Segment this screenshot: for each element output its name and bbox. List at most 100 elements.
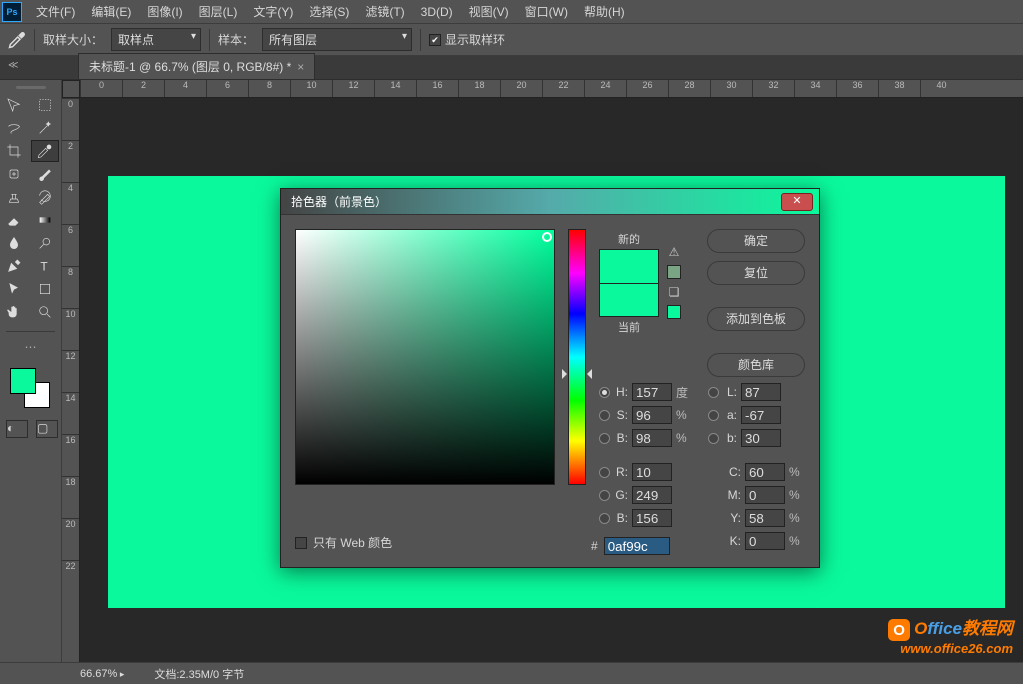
hue-pointer-icon — [587, 369, 592, 379]
hue-slider[interactable] — [565, 229, 589, 550]
menu-bar: Ps 文件(F) 编辑(E) 图像(I) 图层(L) 文字(Y) 选择(S) 滤… — [0, 0, 1023, 24]
eyedropper-icon — [8, 31, 26, 49]
sample-label: 样本： — [218, 31, 254, 48]
checkbox-icon — [295, 537, 307, 549]
current-color-swatch[interactable] — [599, 283, 659, 317]
type-tool[interactable]: T — [31, 255, 59, 277]
history-brush-tool[interactable] — [31, 186, 59, 208]
marquee-tool[interactable] — [31, 94, 59, 116]
a-input[interactable] — [741, 406, 781, 424]
radio-g[interactable] — [599, 490, 610, 501]
close-tab-icon[interactable]: × — [297, 60, 304, 74]
toolbox: T ⋯ ◐ ▢ — [0, 80, 62, 662]
radio-bl[interactable] — [599, 513, 610, 524]
show-ring-checkbox[interactable]: ✔ 显示取样环 — [429, 31, 505, 48]
b-input[interactable] — [632, 509, 672, 527]
show-ring-label: 显示取样环 — [445, 31, 505, 48]
document-tab-title: 未标题-1 @ 66.7% (图层 0, RGB/8#) * — [89, 58, 291, 75]
doc-size[interactable]: 文档:2.35M/0 字节 — [154, 666, 244, 682]
quickmask-button[interactable]: ◐ — [6, 420, 28, 438]
menu-select[interactable]: 选择(S) — [301, 0, 357, 23]
radio-lab-b[interactable] — [708, 433, 719, 444]
shape-tool[interactable] — [31, 278, 59, 300]
menu-image[interactable]: 图像(I) — [139, 0, 190, 23]
gradient-tool[interactable] — [31, 209, 59, 231]
k-input[interactable] — [745, 532, 785, 550]
path-select-tool[interactable] — [0, 278, 28, 300]
m-input[interactable] — [745, 486, 785, 504]
s-input[interactable] — [632, 406, 672, 424]
svg-text:T: T — [40, 260, 48, 274]
watermark: OOffice教程网 www.office26.com — [888, 614, 1013, 656]
dialog-titlebar[interactable]: 拾色器（前景色） ✕ — [281, 189, 819, 215]
brush-tool[interactable] — [31, 163, 59, 185]
blur-tool[interactable] — [0, 232, 28, 254]
menu-view[interactable]: 视图(V) — [461, 0, 517, 23]
close-button[interactable]: ✕ — [781, 193, 813, 211]
hand-tool[interactable] — [0, 301, 28, 323]
bv-input[interactable] — [632, 429, 672, 447]
screenmode-button[interactable]: ▢ — [36, 420, 58, 438]
toolbox-handle[interactable] — [0, 86, 61, 94]
lasso-tool[interactable] — [0, 117, 28, 139]
crop-tool[interactable] — [0, 140, 28, 162]
g-input[interactable] — [632, 486, 672, 504]
new-color-swatch — [599, 249, 659, 283]
vertical-ruler: 0246810121416182022 — [62, 98, 80, 662]
radio-l[interactable] — [708, 387, 719, 398]
menu-window[interactable]: 窗口(W) — [517, 0, 576, 23]
menu-filter[interactable]: 滤镜(T) — [357, 0, 412, 23]
radio-a[interactable] — [708, 410, 719, 421]
radio-s[interactable] — [599, 410, 610, 421]
gamut-swatch[interactable] — [667, 265, 681, 279]
l-input[interactable] — [741, 383, 781, 401]
c-input[interactable] — [745, 463, 785, 481]
h-input[interactable] — [632, 383, 672, 401]
pen-tool[interactable] — [0, 255, 28, 277]
sv-cursor-icon — [542, 232, 552, 242]
menu-file[interactable]: 文件(F) — [28, 0, 83, 23]
color-libraries-button[interactable]: 颜色库 — [707, 353, 805, 377]
saturation-value-box[interactable] — [295, 229, 555, 485]
radio-b[interactable] — [599, 433, 610, 444]
websafe-warning-icon[interactable]: ❏ — [669, 285, 680, 299]
ruler-corner — [62, 80, 80, 98]
sample-select[interactable]: 所有图层 — [262, 28, 412, 51]
dodge-tool[interactable] — [31, 232, 59, 254]
reset-button[interactable]: 复位 — [707, 261, 805, 285]
healing-brush-tool[interactable] — [0, 163, 28, 185]
add-swatch-button[interactable]: 添加到色板 — [707, 307, 805, 331]
radio-r[interactable] — [599, 467, 610, 478]
menu-edit[interactable]: 编辑(E) — [83, 0, 139, 23]
menu-type[interactable]: 文字(Y) — [245, 0, 301, 23]
ok-button[interactable]: 确定 — [707, 229, 805, 253]
move-tool[interactable] — [0, 94, 28, 116]
web-only-checkbox[interactable]: 只有 Web 颜色 — [295, 534, 392, 551]
color-swatches[interactable] — [10, 368, 52, 410]
menu-layer[interactable]: 图层(L) — [191, 0, 246, 23]
sample-size-select[interactable]: 取样点 — [111, 28, 201, 51]
radio-h[interactable] — [599, 387, 610, 398]
menu-help[interactable]: 帮助(H) — [576, 0, 633, 23]
color-preview: 新的 当前 — [599, 229, 659, 377]
lab-b-input[interactable] — [741, 429, 781, 447]
tab-scroll-arrows[interactable]: ≪ — [8, 60, 18, 71]
zoom-tool[interactable] — [31, 301, 59, 323]
foreground-swatch[interactable] — [10, 368, 36, 394]
eyedropper-tool[interactable] — [31, 140, 59, 162]
gamut-warning-icon[interactable]: ⚠ — [669, 245, 680, 259]
hash-label: # — [591, 539, 598, 553]
y-input[interactable] — [745, 509, 785, 527]
websafe-swatch[interactable] — [667, 305, 681, 319]
clone-stamp-tool[interactable] — [0, 186, 28, 208]
edit-toolbar-icon[interactable]: ⋯ — [0, 340, 61, 354]
magic-wand-tool[interactable] — [31, 117, 59, 139]
separator — [209, 29, 210, 51]
hex-input[interactable] — [604, 537, 670, 555]
r-input[interactable] — [632, 463, 672, 481]
document-tab[interactable]: 未标题-1 @ 66.7% (图层 0, RGB/8#) * × — [78, 53, 315, 79]
zoom-level[interactable]: 66.67% — [80, 668, 124, 680]
checkbox-icon: ✔ — [429, 34, 441, 46]
eraser-tool[interactable] — [0, 209, 28, 231]
menu-3d[interactable]: 3D(D) — [413, 2, 461, 22]
